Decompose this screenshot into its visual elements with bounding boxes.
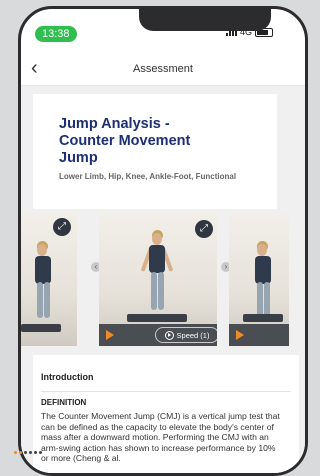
video-card-previous[interactable]: ⤢ bbox=[21, 214, 77, 346]
divider bbox=[41, 391, 291, 392]
assessment-title: Jump Analysis - Counter Movement Jump bbox=[59, 116, 191, 166]
phone-frame: 13:38 4G ‹ Assessment Jump Analysis - Co… bbox=[18, 6, 308, 476]
definition-text: The Counter Movement Jump (CMJ) is a ver… bbox=[41, 411, 280, 463]
section-heading: Introduction bbox=[41, 372, 94, 382]
video-carousel[interactable]: ⤢ ‹ ⤢ Speed (1) › bbox=[21, 214, 305, 346]
video-card-current[interactable]: ⤢ Speed (1) bbox=[99, 214, 217, 346]
assessment-tags: Lower Limb, Hip, Knee, Ankle-Foot, Funct… bbox=[59, 172, 237, 181]
speed-label: Speed (1) bbox=[176, 330, 210, 340]
force-platform bbox=[127, 314, 187, 322]
video-controls: Speed (1) bbox=[99, 324, 217, 346]
speed-button[interactable]: Speed (1) bbox=[155, 327, 217, 343]
page-indicator bbox=[14, 451, 42, 454]
force-platform bbox=[21, 324, 61, 332]
expand-icon[interactable]: ⤢ bbox=[53, 218, 71, 236]
notch bbox=[139, 9, 271, 31]
video-card-next[interactable] bbox=[229, 214, 289, 346]
video-controls bbox=[229, 324, 289, 346]
nav-bar: ‹ Assessment bbox=[21, 55, 305, 86]
speed-icon bbox=[164, 330, 174, 340]
force-platform bbox=[243, 314, 283, 322]
content-area[interactable]: Jump Analysis - Counter Movement Jump Lo… bbox=[21, 86, 305, 473]
definition-label: DEFINITION bbox=[41, 398, 87, 407]
page-title: Assessment bbox=[133, 63, 193, 75]
play-icon[interactable] bbox=[236, 330, 244, 340]
play-icon[interactable] bbox=[106, 330, 114, 340]
assessment-card: Jump Analysis - Counter Movement Jump Lo… bbox=[33, 94, 277, 209]
time-display: 13:38 bbox=[35, 26, 77, 42]
introduction-card: Introduction DEFINITION The Counter Move… bbox=[33, 355, 299, 473]
fullscreen-icon[interactable]: ⤢ bbox=[195, 220, 213, 238]
